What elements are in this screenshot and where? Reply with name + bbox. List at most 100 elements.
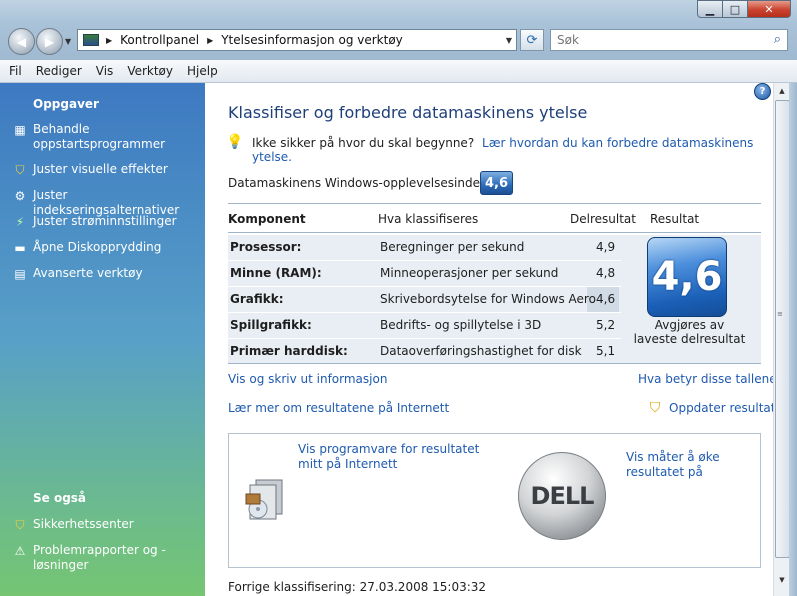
address-bar[interactable]: ▶ Kontrollpanel ▶ Ytelsesinformasjon og …	[77, 29, 517, 51]
table-row: Primær harddisk: Dataoverføringshastighe…	[228, 339, 621, 365]
forward-button[interactable]: ▶	[36, 28, 63, 55]
subscore-cell: 4,9	[596, 240, 616, 254]
header-basescore: Resultat	[650, 212, 700, 226]
improve-score-link[interactable]: Vis måter å øke resultatet på	[626, 450, 736, 480]
arrow-left-icon: ◀	[16, 34, 27, 49]
software-box-icon	[245, 479, 283, 520]
power-icon: ⚡	[15, 214, 25, 229]
scroll-up-icon[interactable]: ▲	[774, 83, 790, 99]
component-cell: Spillgrafikk:	[230, 318, 312, 332]
menu-bar: Fil Rediger Vis Verktøy Hjelp	[0, 60, 797, 83]
breadcrumb-arrow-icon[interactable]: ▶	[207, 36, 213, 45]
vertical-scrollbar[interactable]: ▲ ≡ ▼	[773, 83, 790, 596]
table-top-rule	[228, 203, 761, 204]
link-label: Problemrapporter og -løsninger	[33, 543, 166, 572]
task-advanced-tools[interactable]: ▤ Avanserte verktøy	[12, 266, 202, 282]
scroll-thumb[interactable]	[775, 100, 790, 558]
startup-programs-icon: ▦	[14, 122, 26, 137]
task-startup-programs[interactable]: ▦ Behandle oppstartsprogrammer	[12, 122, 202, 152]
tasks-heading: Oppgaver	[33, 97, 99, 111]
component-cell: Minne (RAM):	[230, 266, 322, 280]
help-button[interactable]: ?	[754, 83, 771, 100]
arrow-right-icon: ▶	[44, 34, 55, 49]
maximize-button[interactable]: □	[722, 0, 747, 18]
search-icon[interactable]: ⌕	[774, 32, 781, 47]
subscore-cell: 4,8	[596, 266, 616, 280]
advanced-tools-icon: ▤	[14, 266, 26, 281]
search-input[interactable]	[557, 33, 757, 47]
subscore-cell: 5,1	[596, 344, 616, 358]
refresh-button[interactable]: ⟳	[520, 29, 544, 51]
window-controls: ▁ □ ✕	[697, 0, 791, 18]
table-row: Prosessor: Beregninger per sekund 4,9	[228, 235, 621, 261]
minimize-button[interactable]: ▁	[697, 0, 722, 18]
task-label: Behandle oppstartsprogrammer	[33, 122, 166, 151]
breadcrumb-control-panel[interactable]: Kontrollpanel	[120, 33, 199, 47]
task-label: Juster visuelle effekter	[33, 162, 168, 176]
subscore-cell: 4,6	[596, 292, 616, 306]
close-button[interactable]: ✕	[747, 0, 791, 18]
learn-online-link[interactable]: Lær mer om resultatene på Internett	[228, 401, 449, 415]
task-disk-cleanup[interactable]: ▬ Åpne Diskopprydding	[12, 240, 202, 256]
what-numbers-mean-link[interactable]: Hva betyr disse tallene?	[638, 372, 783, 386]
control-panel-icon	[83, 34, 99, 46]
rated-cell: Minneoperasjoner per sekund	[380, 266, 559, 280]
task-pane: Oppgaver ▦ Behandle oppstartsprogrammer …	[0, 83, 205, 596]
view-print-link[interactable]: Vis og skriv ut informasjon	[228, 372, 387, 386]
window-frame-edge	[789, 83, 797, 596]
breadcrumb-arrow-icon[interactable]: ▶	[106, 36, 112, 45]
header-component: Komponent	[228, 212, 306, 226]
menu-help[interactable]: Hjelp	[180, 64, 225, 78]
history-dropdown-icon[interactable]: ▼	[65, 37, 71, 46]
header-rated: Hva klassifiseres	[378, 212, 479, 226]
task-label: Juster strøminnstillinger	[33, 214, 177, 228]
table-row: Spillgrafikk: Bedrifts- og spillytelse i…	[228, 313, 621, 339]
link-label: Sikkerhetssenter	[33, 517, 134, 531]
menu-tools[interactable]: Verktøy	[120, 64, 180, 78]
rated-cell: Skrivebordsytelse for Windows Aero	[380, 292, 596, 306]
rated-cell: Bedrifts- og spillytelse i 3D	[380, 318, 542, 332]
header-subscore: Delresultat	[570, 212, 636, 226]
base-score-caption: Avgjøres av laveste delresultat	[633, 318, 746, 346]
page-title: Klassifiser og forbedre datamaskinens yt…	[228, 103, 588, 122]
dell-logo: DELL	[518, 452, 606, 540]
see-also-problem-reports[interactable]: ⚠ Problemrapporter og -løsninger	[12, 543, 202, 573]
disk-cleanup-icon: ▬	[14, 240, 26, 255]
lightbulb-icon: 💡	[226, 134, 244, 150]
refresh-icon: ⟳	[526, 32, 538, 48]
scroll-down-icon[interactable]: ▼	[774, 572, 790, 588]
help-icon: ?	[759, 86, 766, 97]
menu-view[interactable]: Vis	[89, 64, 121, 78]
task-power[interactable]: ⚡ Juster strøminnstillinger	[12, 214, 202, 230]
shield-icon: ⛉	[15, 162, 25, 177]
previous-rating: Forrige klassifisering: 27.03.2008 15:03…	[228, 580, 487, 594]
view-software-link[interactable]: Vis programvare for resultatet mitt på I…	[298, 442, 488, 472]
indexing-icon: ⚙	[14, 188, 26, 203]
table-bottom-rule	[228, 363, 761, 364]
task-label: Avanserte verktøy	[33, 266, 143, 280]
table-row: Minne (RAM): Minneoperasjoner per sekund…	[228, 261, 621, 287]
tip-line: Ikke sikker på hvor du skal begynne? Lær…	[252, 136, 797, 164]
back-button[interactable]: ◀	[8, 28, 35, 55]
search-box[interactable]: ⌕	[550, 29, 788, 51]
menu-file[interactable]: Fil	[0, 64, 29, 78]
scroll-grip-icon: ≡	[777, 310, 783, 318]
task-visual-effects[interactable]: ⛉ Juster visuelle effekter	[12, 162, 202, 178]
table-row: Grafikk: Skrivebordsytelse for Windows A…	[228, 287, 621, 313]
shield-icon: ⛉	[649, 400, 661, 416]
table-header-rule	[228, 232, 761, 233]
problem-reports-icon: ⚠	[14, 543, 26, 558]
see-also-heading: Se også	[33, 491, 87, 505]
wei-label: Datamaskinens Windows-opplevelsesindeks …	[228, 176, 510, 190]
rated-cell: Dataoverføringshastighet for disk	[380, 344, 582, 358]
subscore-cell: 5,2	[596, 318, 616, 332]
base-score-badge: 4,6	[647, 237, 727, 317]
see-also-security-center[interactable]: ⛉ Sikkerhetssenter	[12, 517, 202, 533]
breadcrumb-performance[interactable]: Ytelsesinformasjon og verktøy	[221, 33, 403, 47]
address-dropdown-icon[interactable]: ▼	[506, 36, 512, 45]
wei-small-badge: 4,6	[480, 171, 513, 195]
update-score-link[interactable]: Oppdater resultat	[669, 401, 776, 415]
title-bar: ▁ □ ✕ ◀ ▶ ▼ ▶ Kontrollpanel ▶ Ytelsesinf…	[0, 0, 797, 61]
menu-edit[interactable]: Rediger	[29, 64, 89, 78]
task-label: Åpne Diskopprydding	[33, 240, 162, 254]
